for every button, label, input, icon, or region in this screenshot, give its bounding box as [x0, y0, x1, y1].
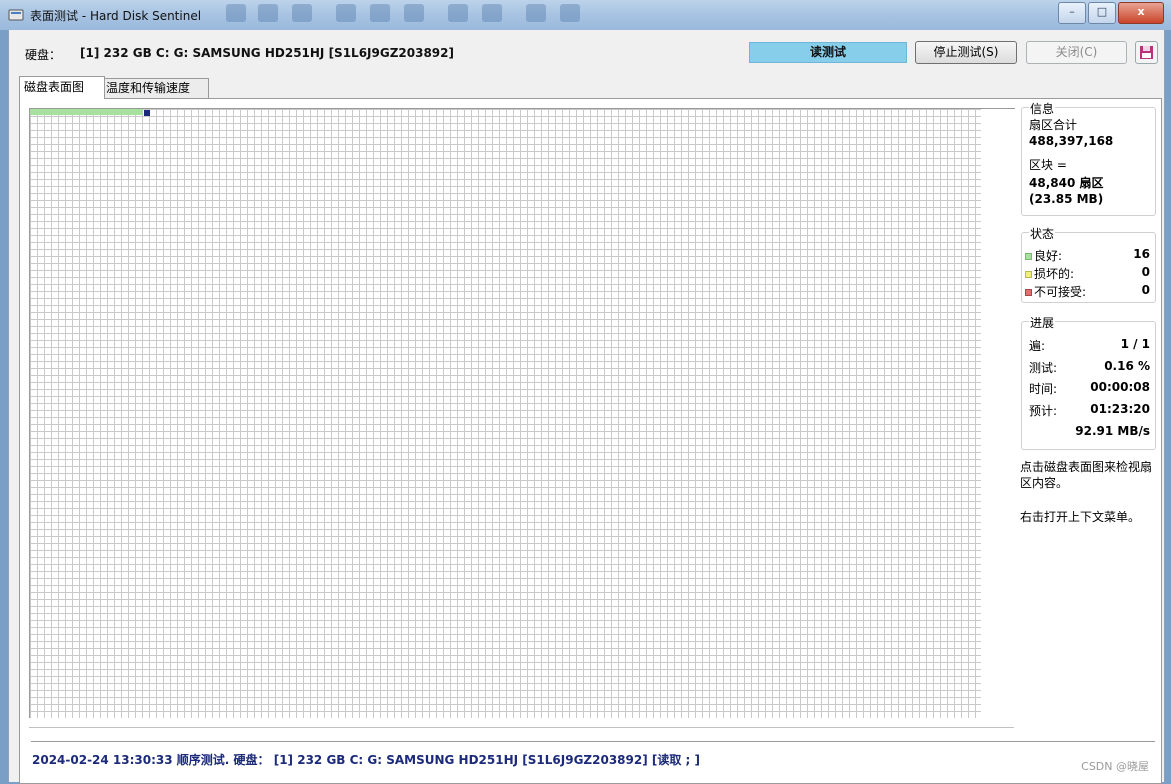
info-group: 信息 扇区合计 488,397,168 区块 = 48,840 扇区 (23.8… [1021, 100, 1156, 216]
damaged-legend-icon [1025, 271, 1032, 278]
maximize-button[interactable]: □ [1088, 2, 1116, 24]
close-window-button[interactable]: x [1118, 2, 1164, 24]
save-button[interactable] [1135, 41, 1158, 64]
tab-temperature-speed[interactable]: 温度和传输速度 [101, 78, 209, 98]
damaged-label: 损坏的: [1034, 267, 1075, 281]
watermark: CSDN @晓屋 [1081, 760, 1149, 773]
speed-value: 92.91 MB/s [1075, 424, 1150, 438]
toolbar-icon [448, 4, 468, 22]
pass-label: 遍: [1029, 339, 1046, 353]
estimate-row: 预计: 01:23:20 [1029, 402, 1150, 419]
good-label: 良好: [1034, 249, 1063, 263]
time-value: 00:00:08 [1090, 380, 1150, 394]
status-title: 状态 [1029, 225, 1056, 242]
current-block [144, 110, 150, 116]
tab-surface-map[interactable]: 磁盘表面图 [19, 76, 105, 99]
toolbar-icon [370, 4, 390, 22]
disk-label: 硬盘： [25, 48, 62, 62]
toolbar-icon [526, 4, 546, 22]
click-hint: 点击磁盘表面图来检视扇区内容。 [1020, 460, 1153, 490]
side-panel: 信息 扇区合计 488,397,168 区块 = 48,840 扇区 (23.8… [1020, 99, 1161, 783]
damaged-row: 损坏的: 0 [1025, 265, 1150, 282]
log-text: 2024-02-24 13:30:33 顺序测试. 硬盘： [1] 232 GB… [32, 753, 701, 767]
app-window: 表面测试 - Hard Disk Sentinel – □ x 硬盘： [1] … [0, 0, 1171, 784]
unacceptable-value: 0 [1141, 283, 1150, 297]
good-row: 良好: 16 [1025, 247, 1150, 264]
stop-test-button[interactable]: 停止测试(S) [915, 41, 1017, 64]
block-value: 48,840 扇区 [1029, 176, 1104, 190]
tested-row: 测试: 0.16 % [1029, 359, 1150, 376]
log-strip: 2024-02-24 13:30:33 顺序测试. 硬盘： [1] 232 GB… [31, 741, 1155, 778]
unacceptable-row: 不可接受: 0 [1025, 283, 1150, 300]
total-sectors-value: 488,397,168 [1029, 134, 1114, 148]
header-bar: 硬盘： [1] 232 GB C: G: SAMSUNG HD251HJ [S1… [9, 30, 1164, 72]
toolbar-icon [336, 4, 356, 22]
save-icon [1140, 46, 1153, 59]
surface-tab-panel: 2024-02-24 13:30:33 顺序测试. 硬盘： [1] 232 GB… [19, 98, 1162, 784]
map-top-rule [980, 108, 1015, 109]
tested-value: 0.16 % [1104, 359, 1150, 373]
tested-blocks [30, 109, 143, 115]
disk-surface-map[interactable] [29, 108, 981, 718]
toolbar-icon [258, 4, 278, 22]
info-title: 信息 [1029, 100, 1056, 117]
right-click-hint: 右击打开上下文菜单。 [1020, 510, 1141, 524]
total-sectors-label: 扇区合计 [1029, 118, 1078, 132]
status-group: 状态 良好: 16 损坏的: 0 不可接受: 0 [1021, 225, 1156, 303]
disk-value: [1] 232 GB C: G: SAMSUNG HD251HJ [S1L6J9… [80, 46, 454, 60]
window-title: 表面测试 - Hard Disk Sentinel [30, 9, 202, 23]
pass-value: 1 / 1 [1120, 337, 1150, 351]
toolbar-icon [292, 4, 312, 22]
block-label: 区块 = [1029, 158, 1067, 172]
toolbar-icon [560, 4, 580, 22]
estimate-label: 预计: [1029, 404, 1058, 418]
test-mode-badge: 读测试 [749, 42, 907, 63]
minimize-button[interactable]: – [1058, 2, 1086, 24]
good-value: 16 [1133, 247, 1150, 261]
block-size: (23.85 MB) [1029, 192, 1104, 206]
title-bar[interactable]: 表面测试 - Hard Disk Sentinel – □ x [0, 0, 1171, 30]
toolbar-icon [404, 4, 424, 22]
time-row: 时间: 00:00:08 [1029, 380, 1150, 397]
pass-row: 遍: 1 / 1 [1029, 337, 1150, 354]
close-button[interactable]: 关闭(C) [1026, 41, 1127, 64]
estimate-value: 01:23:20 [1090, 402, 1150, 416]
disk-sentinel-icon [8, 9, 24, 21]
good-legend-icon [1025, 253, 1032, 260]
unacceptable-label: 不可接受: [1034, 285, 1087, 299]
progress-title: 进展 [1029, 314, 1056, 331]
dialog-client: 硬盘： [1] 232 GB C: G: SAMSUNG HD251HJ [S1… [8, 30, 1165, 784]
tested-label: 测试: [1029, 361, 1058, 375]
toolbar-icon [226, 4, 246, 22]
toolbar-icon [482, 4, 502, 22]
time-label: 时间: [1029, 382, 1058, 396]
damaged-value: 0 [1141, 265, 1150, 279]
unacceptable-legend-icon [1025, 289, 1032, 296]
divider [29, 727, 1014, 728]
progress-group: 进展 遍: 1 / 1 测试: 0.16 % 时间: 00:00:08 预计: [1021, 314, 1156, 450]
